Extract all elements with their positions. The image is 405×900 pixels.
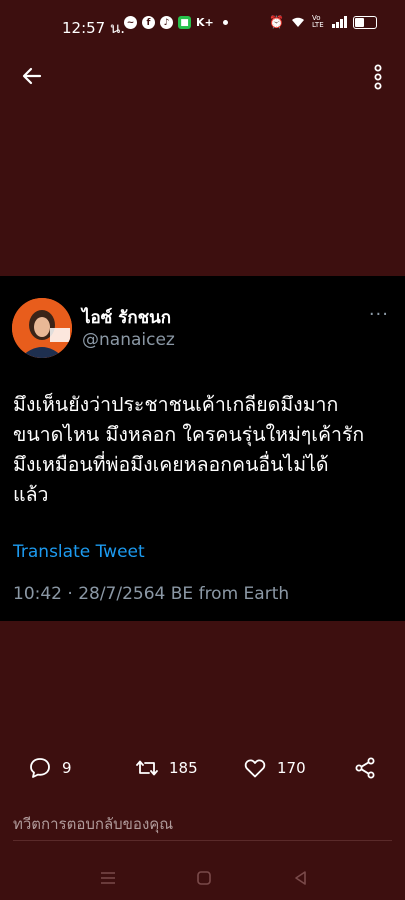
signal-icon xyxy=(332,16,347,28)
line-icon: ■ xyxy=(178,16,191,29)
system-icons: ⏰ Vo LTE xyxy=(269,15,377,29)
comment-icon xyxy=(30,758,50,778)
user-handle: @nanaicez xyxy=(82,330,175,350)
translate-tweet-link[interactable]: Translate Tweet xyxy=(13,542,145,562)
reply-input[interactable]: ทวีตการตอบกลับของคุณ xyxy=(13,812,173,836)
tweet-card[interactable]: ไอซ์ รักชนก @nanaicez ··· มึงเห็นยังว่าป… xyxy=(0,276,405,621)
profile-photo xyxy=(12,298,72,358)
action-bar: 9 185 170 xyxy=(0,752,405,788)
messenger-icon: ~ xyxy=(124,16,137,29)
menu-lines-icon xyxy=(101,872,115,884)
more-notifications-dot xyxy=(222,20,228,25)
avatar[interactable] xyxy=(12,298,72,358)
triangle-back-icon xyxy=(295,871,306,885)
back-arrow-icon[interactable] xyxy=(20,64,44,88)
retweet-button[interactable]: 185 xyxy=(135,756,198,780)
wifi-icon xyxy=(292,17,304,27)
retweet-icon xyxy=(136,760,158,776)
tweet-meta: 10:42 · 28/7/2564 BE from Earth xyxy=(13,584,290,604)
battery-icon xyxy=(353,15,377,29)
display-name: ไอซ์ รักชนก xyxy=(82,308,172,328)
tweet-text: มึงเห็นยังว่าประชาชนเค้าเกลียดมึงมาก ขนา… xyxy=(13,393,365,506)
square-icon xyxy=(197,871,211,885)
status-bar: 12:57 น. ~ f ♪ ■ K+ ⏰ Vo LTE xyxy=(0,0,405,52)
heart-icon xyxy=(244,759,266,778)
reply-count: 9 xyxy=(62,759,72,777)
retweet-count: 185 xyxy=(169,759,198,777)
back-button[interactable] xyxy=(286,864,314,892)
like-button[interactable]: 170 xyxy=(243,756,306,780)
share-button[interactable] xyxy=(353,756,377,780)
reply-divider xyxy=(13,840,392,841)
navigation-bar xyxy=(0,856,405,900)
tiktok-icon: ♪ xyxy=(160,16,173,29)
recents-button[interactable] xyxy=(94,864,122,892)
alarm-icon: ⏰ xyxy=(269,15,284,29)
share-icon xyxy=(355,757,375,779)
reply-button[interactable]: 9 xyxy=(28,756,72,780)
volte-icon: Vo LTE xyxy=(312,14,324,29)
facebook-icon: f xyxy=(142,16,155,29)
kplus-icon: K+ xyxy=(196,16,214,29)
tweet-more-icon[interactable]: ··· xyxy=(369,304,389,325)
like-count: 170 xyxy=(277,759,306,777)
notification-icons: ~ f ♪ ■ K+ xyxy=(124,16,228,29)
more-vertical-icon[interactable] xyxy=(371,64,385,90)
status-time: 12:57 น. xyxy=(62,19,126,37)
top-bar xyxy=(0,52,405,100)
home-button[interactable] xyxy=(190,864,218,892)
